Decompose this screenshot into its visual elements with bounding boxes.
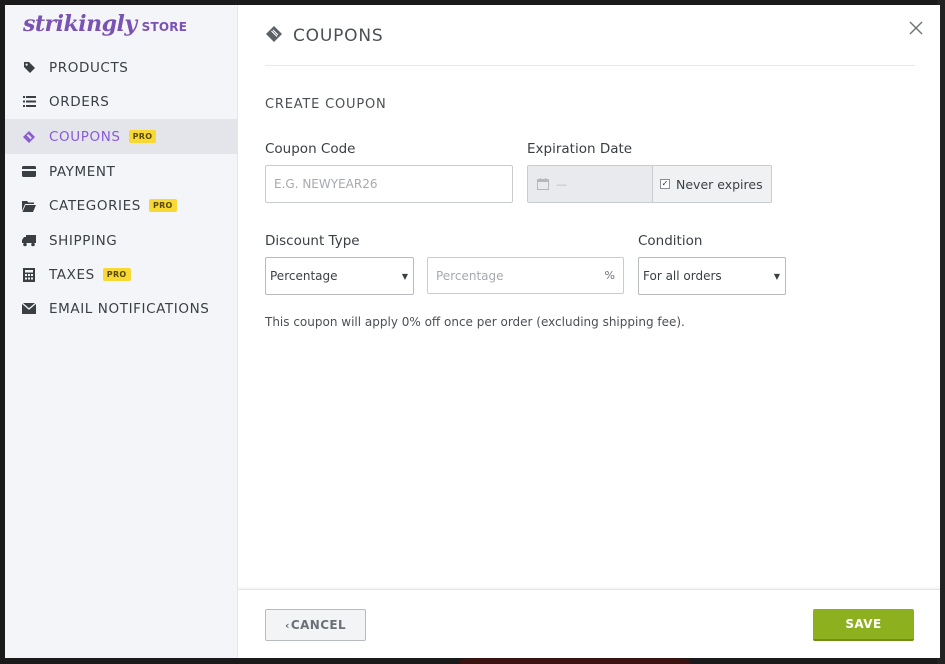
sidebar-item-categories[interactable]: CATEGORIES PRO — [5, 188, 238, 223]
discount-value-input[interactable]: Percentage % — [427, 257, 624, 294]
pro-badge: PRO — [102, 268, 131, 281]
chevron-left-icon: ‹ — [284, 618, 290, 632]
brand: strikingly STORE — [23, 11, 187, 37]
never-expires-checkbox[interactable]: ✓ — [660, 179, 670, 189]
sidebar: strikingly STORE PRODUCTS ORDERS COUPONS… — [5, 5, 238, 658]
truck-icon — [22, 234, 36, 248]
calendar-icon — [537, 178, 549, 190]
sidebar-item-products[interactable]: PRODUCTS — [5, 50, 238, 85]
save-button-label: SAVE — [845, 617, 882, 631]
chevron-down-icon: ▼ — [401, 271, 408, 281]
coupon-code-label: Coupon Code — [265, 141, 356, 157]
save-button[interactable]: SAVE — [813, 609, 914, 641]
discount-value-placeholder: Percentage — [436, 268, 504, 283]
cancel-button-label: CANCEL — [290, 618, 347, 632]
brand-logo: strikingly — [23, 11, 137, 37]
ticket-icon — [22, 130, 36, 144]
close-icon — [909, 21, 923, 35]
chevron-down-icon: ▼ — [773, 271, 780, 281]
sidebar-item-label: COUPONS — [49, 128, 121, 145]
condition-select[interactable]: For all orders ▼ — [638, 257, 786, 295]
sidebar-item-taxes[interactable]: TAXES PRO — [5, 257, 238, 292]
envelope-icon — [22, 302, 36, 316]
main-panel: COUPONS CREATE COUPON Coupon Code E.G. N… — [238, 5, 940, 658]
expiration-date-value: — — [556, 177, 567, 191]
section-title: CREATE COUPON — [265, 97, 387, 112]
sidebar-item-orders[interactable]: ORDERS — [5, 84, 238, 119]
expiration-date-label: Expiration Date — [527, 141, 633, 157]
sidebar-item-label: EMAIL NOTIFICATIONS — [49, 300, 210, 317]
coupon-code-input[interactable]: E.G. NEWYEAR26 — [265, 165, 513, 203]
store-settings-modal: strikingly STORE PRODUCTS ORDERS COUPONS… — [5, 5, 940, 658]
folder-icon — [22, 199, 36, 213]
expiration-date-field: — ✓ Never expires — [527, 165, 772, 203]
close-button[interactable] — [909, 20, 923, 35]
sidebar-item-label: ORDERS — [49, 93, 110, 110]
cancel-button[interactable]: ‹ CANCEL — [265, 609, 366, 641]
sidebar-item-label: TAXES — [49, 266, 95, 283]
sidebar-item-shipping[interactable]: SHIPPING — [5, 223, 238, 258]
sidebar-item-email-notifications[interactable]: EMAIL NOTIFICATIONS — [5, 291, 238, 326]
never-expires-label: Never expires — [676, 176, 763, 192]
header-divider — [265, 65, 915, 66]
discount-type-select[interactable]: Percentage ▼ — [265, 257, 414, 295]
percent-unit: % — [604, 269, 615, 282]
ticket-icon — [265, 25, 283, 47]
sidebar-item-label: SHIPPING — [49, 232, 118, 249]
list-icon — [22, 95, 36, 109]
sidebar-item-coupons[interactable]: COUPONS PRO — [5, 119, 238, 154]
never-expires-toggle[interactable]: ✓ Never expires — [653, 166, 771, 202]
footer: ‹ CANCEL SAVE — [238, 589, 940, 658]
condition-label: Condition — [638, 233, 703, 249]
discount-type-value: Percentage — [270, 269, 338, 283]
calculator-icon — [22, 267, 36, 282]
expiration-date-input[interactable]: — — [528, 166, 653, 202]
tag-icon — [22, 61, 36, 75]
page-title: COUPONS — [293, 26, 384, 46]
coupon-summary-text: This coupon will apply 0% off once per o… — [265, 315, 685, 329]
discount-type-label: Discount Type — [265, 233, 360, 249]
sidebar-item-label: PRODUCTS — [49, 59, 129, 76]
pro-badge: PRO — [148, 199, 177, 212]
sidebar-item-payment[interactable]: PAYMENT — [5, 154, 238, 189]
pro-badge: PRO — [128, 130, 157, 143]
condition-value: For all orders — [643, 269, 722, 283]
sidebar-item-label: PAYMENT — [49, 163, 116, 180]
credit-card-icon — [22, 165, 36, 179]
sidebar-item-label: CATEGORIES — [49, 197, 141, 214]
page-header: COUPONS — [265, 25, 383, 47]
brand-store-label: STORE — [141, 20, 188, 34]
